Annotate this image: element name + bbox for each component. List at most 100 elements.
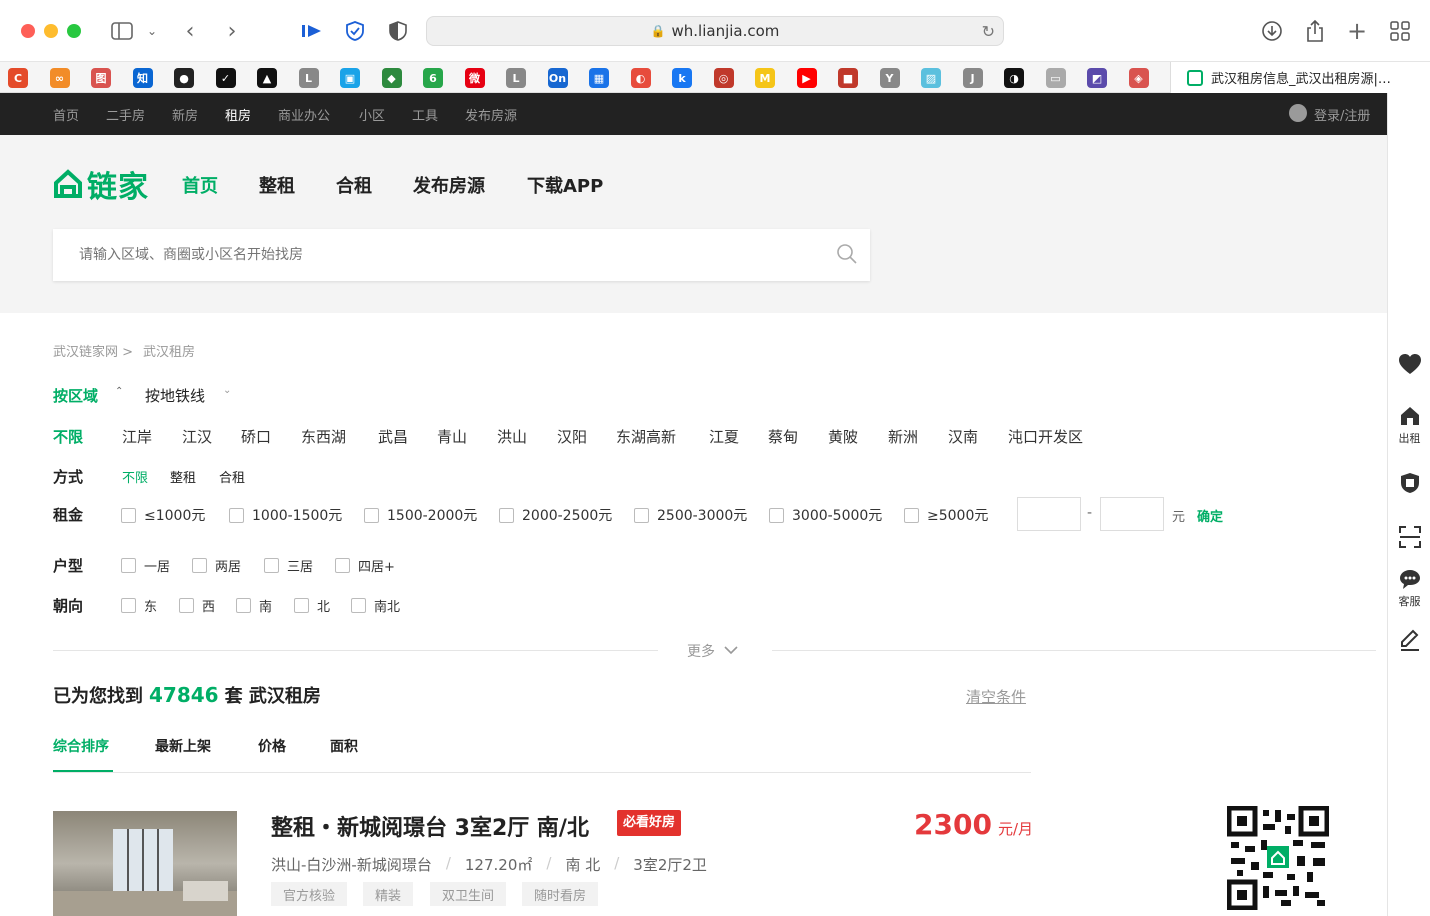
district-option[interactable]: 江岸 <box>122 426 152 447</box>
more-filters-button[interactable]: 更多 <box>687 641 739 661</box>
checkbox[interactable] <box>121 558 136 573</box>
chevron-down-icon[interactable]: ⌄ <box>144 19 160 43</box>
rent-option[interactable]: 2500-3000元 <box>634 505 747 525</box>
bookmark-icon[interactable]: ✓ <box>215 68 236 88</box>
bookmark-icon[interactable]: C <box>8 68 28 88</box>
district-option[interactable]: 青山 <box>437 426 467 447</box>
header-nav-home[interactable]: 首页 <box>182 172 218 198</box>
checkbox[interactable] <box>179 598 194 613</box>
district-option[interactable]: 蔡甸 <box>768 426 798 447</box>
district-option[interactable]: 武昌 <box>378 426 408 447</box>
bookmark-icon[interactable]: 知 <box>132 68 153 88</box>
rent-option[interactable]: ≤1000元 <box>121 505 205 525</box>
topnav-item[interactable]: 二手房 <box>106 105 145 124</box>
shield-check-icon[interactable] <box>343 19 367 43</box>
district-option[interactable]: 东西湖 <box>301 426 346 447</box>
new-tab-icon[interactable]: + <box>1346 17 1368 45</box>
bookmark-icon[interactable]: ▲ <box>257 68 277 88</box>
bookmark-icon[interactable]: ■ <box>838 68 858 88</box>
sidebar-toggle-icon[interactable] <box>110 19 134 43</box>
district-option[interactable]: 汉南 <box>948 426 978 447</box>
bookmark-icon[interactable]: ▦ <box>589 68 609 88</box>
sidebar-feedback[interactable] <box>1388 628 1430 655</box>
active-tab[interactable]: 武汉租房信息_武汉出租房源|… <box>1170 62 1430 93</box>
rent-option[interactable]: ≥5000元 <box>904 505 988 525</box>
bookmark-icon[interactable]: M <box>755 68 775 88</box>
search-box[interactable] <box>53 229 870 281</box>
checkbox[interactable] <box>769 507 784 523</box>
header-nav-post-listing[interactable]: 发布房源 <box>413 172 485 198</box>
rent-option[interactable]: 1500-2000元 <box>364 505 477 525</box>
checkbox[interactable] <box>904 507 919 523</box>
bookmark-icon[interactable]: L <box>506 68 526 88</box>
sidebar-favorites[interactable] <box>1388 353 1430 378</box>
district-option[interactable]: 江汉 <box>182 426 212 447</box>
rent-option[interactable]: 2000-2500元 <box>499 505 612 525</box>
district-option[interactable]: 东湖高新 <box>616 426 676 447</box>
layout-option[interactable]: 两居 <box>192 556 241 575</box>
checkbox[interactable] <box>121 598 136 613</box>
bookmark-icon[interactable]: 图 <box>91 68 111 88</box>
topnav-item[interactable]: 小区 <box>359 105 385 124</box>
district-option[interactable]: 沌口开发区 <box>1008 426 1083 447</box>
search-input[interactable] <box>79 243 779 267</box>
back-icon[interactable]: ‹ <box>180 19 200 44</box>
checkbox[interactable] <box>121 507 136 523</box>
header-nav-shared-rent[interactable]: 合租 <box>336 172 372 198</box>
bookmark-icon[interactable]: ▨ <box>921 68 941 88</box>
lianjia-logo[interactable]: 链家 <box>53 162 149 206</box>
checkbox[interactable] <box>192 558 207 573</box>
topnav-item[interactable]: 工具 <box>412 105 438 124</box>
extension-icon[interactable] <box>300 19 324 43</box>
rent-confirm-button[interactable]: 确定 <box>1197 506 1223 525</box>
orientation-option[interactable]: 西 <box>179 596 215 615</box>
bookmark-icon[interactable]: Y <box>879 68 900 88</box>
district-option[interactable]: 黄陂 <box>828 426 858 447</box>
breadcrumb-current[interactable]: 武汉租房 <box>143 341 195 360</box>
bookmark-icon[interactable]: ▶ <box>796 68 817 88</box>
bookmark-icon[interactable]: 微 <box>464 68 485 88</box>
orientation-option[interactable]: 北 <box>294 596 330 615</box>
login-link[interactable]: 登录/注册 <box>1314 105 1370 124</box>
listing-title[interactable]: 整租・新城阅璟台 3室2厅 南/北 <box>271 810 589 842</box>
bookmark-icon[interactable]: k <box>672 68 692 88</box>
bookmark-icon[interactable]: ◎ <box>713 68 734 88</box>
close-window-button[interactable] <box>21 24 35 38</box>
mode-option[interactable]: 不限 <box>122 467 148 486</box>
mode-option[interactable]: 合租 <box>219 467 245 486</box>
topnav-item[interactable]: 商业办公 <box>278 105 330 124</box>
bookmark-icon[interactable]: L <box>298 68 319 88</box>
district-option[interactable]: 洪山 <box>497 426 527 447</box>
sidebar-rent-out[interactable]: 出租 <box>1388 405 1430 446</box>
download-icon[interactable] <box>1260 19 1284 43</box>
minimize-window-button[interactable] <box>44 24 58 38</box>
reload-icon[interactable]: ↻ <box>982 22 995 41</box>
privacy-shield-icon[interactable] <box>386 19 410 43</box>
bookmark-icon[interactable]: ◩ <box>1087 68 1107 88</box>
search-icon[interactable] <box>836 243 858 269</box>
bookmark-icon[interactable]: ◑ <box>1004 68 1024 88</box>
bookmark-icon[interactable]: On <box>547 68 568 88</box>
checkbox[interactable] <box>335 558 350 573</box>
topnav-item-active[interactable]: 租房 <box>225 105 251 124</box>
district-any[interactable]: 不限 <box>53 426 83 447</box>
bookmark-icon[interactable]: ● <box>174 68 194 88</box>
layout-option[interactable]: 四居+ <box>335 556 395 575</box>
bookmark-icon[interactable]: 6 <box>423 68 443 88</box>
bookmark-icon[interactable]: ◐ <box>630 68 651 88</box>
checkbox[interactable] <box>499 507 514 523</box>
header-nav-download-app[interactable]: 下载APP <box>527 172 603 198</box>
rent-option[interactable]: 1000-1500元 <box>229 505 342 525</box>
orientation-option[interactable]: 东 <box>121 596 157 615</box>
district-option[interactable]: 汉阳 <box>557 426 587 447</box>
sort-tab-price[interactable]: 价格 <box>258 736 286 756</box>
layout-option[interactable]: 一居 <box>121 556 170 575</box>
tab-overview-icon[interactable] <box>1389 19 1411 43</box>
bookmark-icon[interactable]: ◈ <box>1128 68 1149 88</box>
district-option[interactable]: 新洲 <box>888 426 918 447</box>
orientation-option[interactable]: 南 <box>236 596 272 615</box>
topnav-item[interactable]: 新房 <box>172 105 198 124</box>
checkbox[interactable] <box>634 507 649 523</box>
share-icon[interactable] <box>1304 19 1326 43</box>
checkbox[interactable] <box>351 598 366 613</box>
